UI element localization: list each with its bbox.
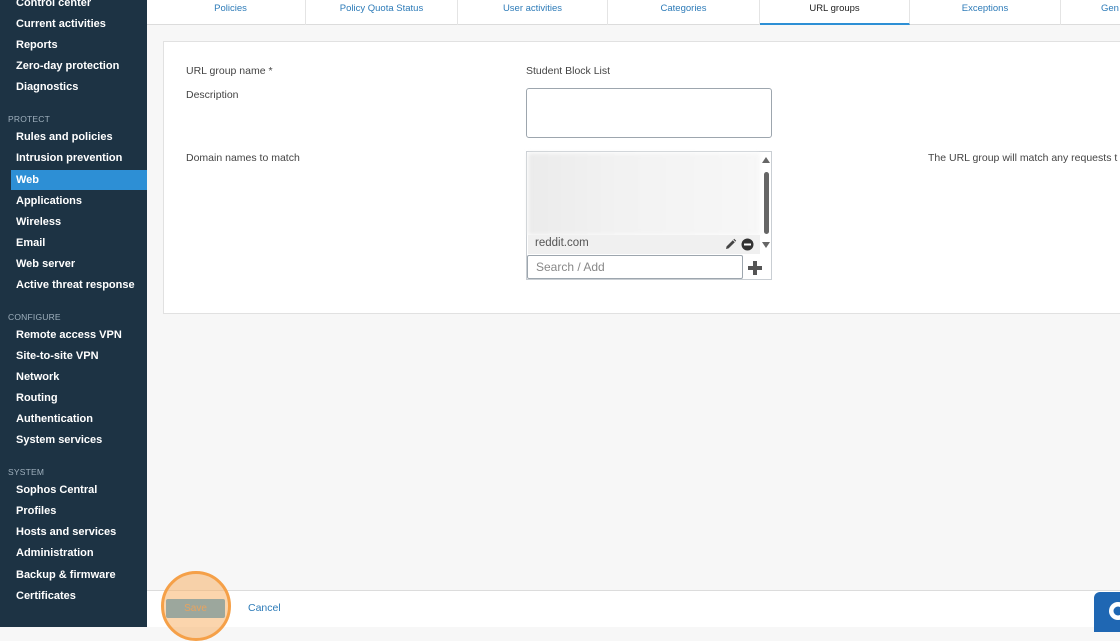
sidebar-item-rules-and-policies[interactable]: Rules and policies — [0, 127, 147, 147]
domain-list-item[interactable]: reddit.com — [528, 235, 760, 254]
domains-label: Domain names to match — [186, 152, 300, 164]
sidebar-item-current-activities[interactable]: Current activities — [0, 14, 147, 34]
add-plus-icon[interactable] — [747, 260, 763, 276]
sidebar-item-system-services[interactable]: System services — [0, 430, 147, 450]
sidebar-item-reports[interactable]: Reports — [0, 35, 147, 55]
tab-exceptions[interactable]: Exceptions — [910, 0, 1061, 25]
sidebar: Control center Current activities Report… — [0, 0, 147, 627]
remove-minus-icon[interactable] — [741, 238, 754, 251]
sidebar-item-web-server[interactable]: Web server — [0, 254, 147, 274]
sidebar-item-site-to-site-vpn[interactable]: Site-to-site VPN — [0, 346, 147, 366]
scroll-up-arrow-icon[interactable] — [762, 157, 770, 164]
sidebar-item-applications[interactable]: Applications — [0, 191, 147, 211]
edit-pencil-icon[interactable] — [724, 238, 737, 251]
footer-bar — [147, 590, 1120, 627]
sidebar-item-web[interactable]: Web — [11, 170, 147, 190]
scroll-down-arrow-icon[interactable] — [762, 241, 770, 248]
chat-bubble-icon — [1106, 600, 1120, 624]
cancel-button[interactable]: Cancel — [248, 602, 281, 614]
chat-button[interactable] — [1094, 592, 1120, 632]
sidebar-item-profiles[interactable]: Profiles — [0, 501, 147, 521]
search-add-input[interactable] — [527, 255, 743, 279]
domain-list-scrollbar[interactable] — [761, 153, 771, 254]
tab-policies[interactable]: Policies — [156, 0, 306, 25]
description-label: Description — [186, 89, 239, 101]
sidebar-item-wireless[interactable]: Wireless — [0, 212, 147, 232]
sidebar-item-intrusion-prevention[interactable]: Intrusion prevention — [0, 148, 147, 168]
blurred-domain-entries — [528, 153, 760, 235]
sidebar-item-backup-firmware[interactable]: Backup & firmware — [0, 565, 147, 585]
domain-list: reddit.com — [526, 151, 772, 280]
tab-categories[interactable]: Categories — [608, 0, 760, 25]
sidebar-item-administration[interactable]: Administration — [0, 543, 147, 563]
help-text: The URL group will match any requests t — [928, 152, 1117, 164]
sidebar-item-control-center[interactable]: Control center — [0, 0, 147, 13]
tab-policy-quota-status[interactable]: Policy Quota Status — [306, 0, 458, 25]
group-name-value[interactable]: Student Block List — [526, 65, 610, 77]
group-name-label: URL group name * — [186, 65, 273, 77]
sidebar-item-routing[interactable]: Routing — [0, 388, 147, 408]
sidebar-item-email[interactable]: Email — [0, 233, 147, 253]
sidebar-item-remote-access-vpn[interactable]: Remote access VPN — [0, 325, 147, 345]
sidebar-item-active-threat-response[interactable]: Active threat response — [0, 275, 147, 295]
description-field[interactable] — [526, 88, 772, 138]
tab-user-activities[interactable]: User activities — [458, 0, 608, 25]
sidebar-item-diagnostics[interactable]: Diagnostics — [0, 77, 147, 97]
sidebar-item-hosts-and-services[interactable]: Hosts and services — [0, 522, 147, 542]
section-title-system: SYSTEM — [8, 466, 44, 478]
tab-general[interactable]: Gen — [1061, 0, 1120, 25]
sidebar-item-sophos-central[interactable]: Sophos Central — [0, 480, 147, 500]
domain-text: reddit.com — [535, 237, 589, 249]
save-button[interactable]: Save — [166, 599, 225, 618]
sidebar-item-authentication[interactable]: Authentication — [0, 409, 147, 429]
sidebar-item-zero-day-protection[interactable]: Zero-day protection — [0, 56, 147, 76]
sidebar-item-certificates[interactable]: Certificates — [0, 586, 147, 606]
sidebar-item-network[interactable]: Network — [0, 367, 147, 387]
section-title-protect: PROTECT — [8, 113, 50, 125]
tab-url-groups[interactable]: URL groups — [760, 0, 910, 25]
section-title-configure: CONFIGURE — [8, 311, 61, 323]
tab-bar: Policies Policy Quota Status User activi… — [147, 0, 1120, 25]
scroll-thumb[interactable] — [764, 172, 769, 234]
